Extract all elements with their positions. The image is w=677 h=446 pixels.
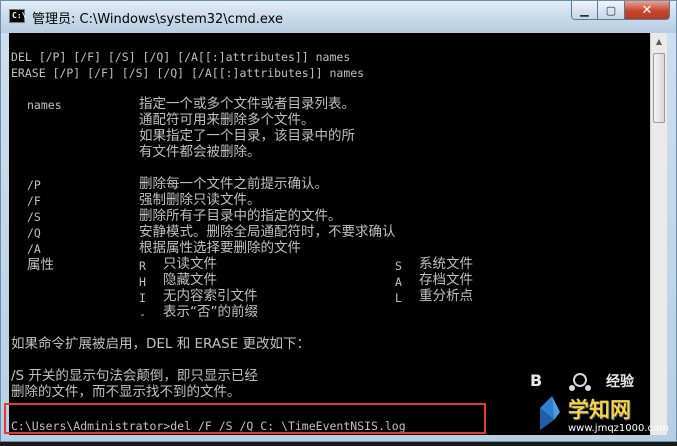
option-flag: /A (27, 242, 41, 256)
minimize-button[interactable]: ▁ (571, 1, 598, 20)
syntax-erase: ERASE [/P] [/F] [/S] [/Q] [/A[[:]attribu… (11, 66, 365, 80)
arrow-up-icon: ▲ (655, 37, 663, 46)
restore-icon: ▢ (605, 3, 617, 17)
option-flag: /F (27, 194, 41, 208)
names-desc-line: 如果指定了一个目录，该目录中的所 (139, 128, 355, 144)
option-desc: 删除所有子目录中的指定的文件。 (139, 208, 342, 224)
attr-desc: 无内容索引文件 (163, 288, 258, 304)
watermark-site-url: www.jmqz1000.com (568, 423, 669, 434)
attr-code: - (139, 307, 146, 321)
close-icon: ✕ (641, 2, 653, 18)
attributes-label: 属性 (27, 257, 54, 273)
option-flag: /S (27, 210, 41, 224)
attr-code: R (139, 259, 146, 273)
option-desc: 安静模式。删除全局通配符时，不要求确认 (139, 224, 396, 240)
s-switch-note: 删除的文件，而不显示找不到的文件。 (11, 384, 241, 400)
cmd-app-icon[interactable]: C:\ (9, 9, 26, 23)
scrollbar-thumb[interactable] (653, 53, 665, 123)
attr-desc: 系统文件 (419, 256, 473, 272)
option-desc: 删除每一个文件之前提示确认。 (139, 176, 328, 192)
names-desc-line: 有文件都会被删除。 (139, 144, 261, 160)
restore-button[interactable]: ▢ (598, 1, 625, 20)
close-button[interactable]: ✕ (625, 1, 670, 20)
syntax-del: DEL [/P] [/F] [/S] [/Q] [/A[[:]attribute… (11, 50, 351, 64)
names-desc-line: 通配符可用来删除多个文件。 (139, 112, 315, 128)
watermark-site-name: 学知网 (568, 398, 631, 422)
attr-desc: 表示“否”的前缀 (163, 304, 258, 320)
s-switch-note: /S 开关的显示句法会颠倒，即只显示已经 (11, 368, 258, 384)
attr-desc: 存档文件 (419, 272, 473, 288)
attr-code: I (139, 291, 146, 305)
option-desc: 强制删除只读文件。 (139, 192, 261, 208)
attr-code: A (395, 275, 402, 289)
watermark-brand-right: 经验 (606, 374, 634, 390)
option-flag: /P (27, 178, 41, 192)
minimize-icon: ▁ (580, 3, 589, 17)
attr-desc: 重分析点 (419, 288, 473, 304)
param-names: names (27, 98, 62, 112)
attr-code: H (139, 275, 146, 289)
window-title: 管理员: C:\Windows\system32\cmd.exe (32, 12, 283, 27)
option-flag: /Q (27, 226, 41, 240)
attr-code: S (395, 259, 402, 273)
attr-desc: 只读文件 (163, 256, 217, 272)
title-bar[interactable]: C:\ 管理员: C:\Windows\system32\cmd.exe ▁ ▢… (1, 1, 676, 33)
names-desc-line: 指定一个或多个文件或者目录列表。 (139, 96, 355, 112)
watermark: B 经验 学知网 www.jmqz1000.com (510, 368, 676, 442)
window-controls: ▁ ▢ ✕ (571, 1, 670, 21)
attr-code: L (395, 291, 402, 305)
option-desc: 根据属性选择要删除的文件 (139, 240, 301, 256)
attr-desc: 隐藏文件 (163, 272, 217, 288)
scroll-up-button[interactable]: ▲ (651, 33, 667, 50)
command-highlight-box (4, 403, 486, 434)
watermark-brand-left: B (530, 371, 543, 390)
extensions-note: 如果命令扩展被启用，DEL 和 ERASE 更改如下： (11, 336, 311, 352)
